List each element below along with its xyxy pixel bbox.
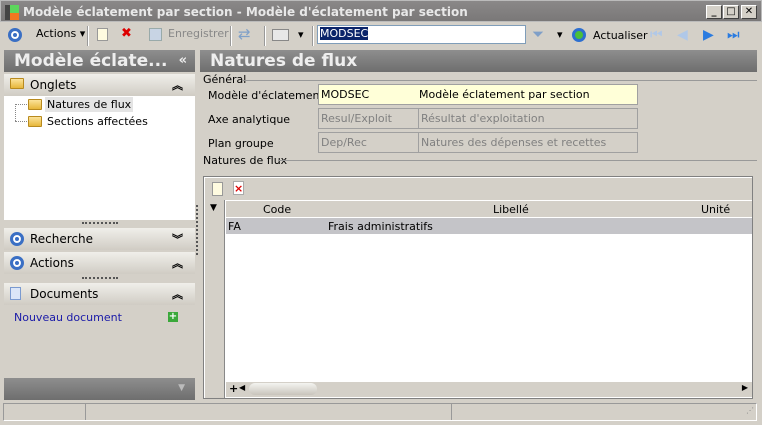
natures-grid: × ▼ Code Libellé Unité FA Frais administ… bbox=[203, 176, 753, 399]
column-header-libelle[interactable]: Libellé bbox=[493, 203, 529, 216]
circle-icon bbox=[10, 232, 24, 246]
actions-menu-button[interactable]: Actions ▾ bbox=[36, 27, 85, 40]
next-record-icon[interactable]: ▶ bbox=[703, 27, 714, 43]
search-value: MODSEC bbox=[320, 27, 369, 40]
section-actions[interactable]: Actions ︽ bbox=[4, 252, 195, 274]
actions-label: Actions bbox=[36, 27, 77, 40]
chevron-down-icon[interactable]: ▼ bbox=[178, 383, 185, 393]
add-row-icon[interactable] bbox=[212, 182, 223, 196]
axe-analytique-code-field: Resul/Exploit bbox=[318, 108, 419, 129]
cell-code: FA bbox=[228, 220, 241, 233]
chevron-up-icon[interactable]: ︽ bbox=[172, 286, 183, 302]
grid-legend: Natures de flux bbox=[203, 154, 288, 167]
page-title: Natures de flux bbox=[200, 50, 757, 72]
cell-libelle: Frais administratifs bbox=[328, 220, 433, 233]
print-dropdown-icon[interactable]: ▾ bbox=[298, 28, 304, 41]
add-button[interactable]: + bbox=[229, 382, 238, 395]
vertical-splitter[interactable] bbox=[196, 205, 198, 255]
field-code: MODSEC bbox=[321, 88, 370, 101]
last-record-icon[interactable]: ⏭ bbox=[727, 27, 740, 43]
splitter-handle[interactable] bbox=[82, 277, 118, 280]
refresh-button[interactable]: Actualiser bbox=[593, 29, 648, 42]
section-label: Recherche bbox=[30, 232, 94, 246]
close-button[interactable]: ✕ bbox=[741, 5, 757, 19]
section-recherche[interactable]: Recherche ︾ bbox=[4, 228, 195, 250]
print-icon[interactable] bbox=[272, 29, 289, 41]
tabs-tree: Natures de flux Sections affectées bbox=[4, 96, 195, 220]
filter-icon[interactable]: ⏷ bbox=[532, 25, 544, 43]
section-label: Actions bbox=[30, 256, 74, 270]
search-input[interactable]: MODSEC bbox=[317, 25, 526, 44]
new-document-link[interactable]: Nouveau document bbox=[14, 311, 122, 324]
status-bar: ⋰ bbox=[3, 403, 757, 421]
section-label: Onglets bbox=[30, 78, 77, 92]
row-indicator-column: ▼ bbox=[205, 200, 225, 398]
menu-circle-icon[interactable] bbox=[8, 28, 22, 42]
chevron-up-icon[interactable]: ︽ bbox=[172, 255, 183, 271]
section-documents[interactable]: Documents ︽ bbox=[4, 283, 195, 305]
general-legend: Général bbox=[203, 73, 247, 86]
previous-record-icon[interactable]: ◀ bbox=[677, 27, 688, 43]
chevron-down-icon[interactable]: ︾ bbox=[172, 231, 183, 247]
save-icon bbox=[149, 28, 162, 41]
field-label: Axe analytique bbox=[208, 113, 291, 126]
filter-dropdown-icon[interactable]: ▾ bbox=[557, 28, 563, 41]
app-logo-icon bbox=[5, 5, 19, 20]
splitter-handle[interactable] bbox=[82, 222, 118, 225]
new-icon[interactable] bbox=[97, 28, 108, 41]
grid-header-row: Code Libellé Unité bbox=[226, 200, 752, 217]
tree-item-sections-affectees[interactable]: Sections affectées bbox=[45, 114, 150, 129]
add-document-icon[interactable]: + bbox=[168, 312, 178, 322]
chevron-up-icon[interactable]: ︽ bbox=[172, 77, 183, 93]
left-panel-title: Modèle éclate... bbox=[14, 51, 168, 71]
left-panel-header: Modèle éclate... « bbox=[4, 50, 195, 72]
plan-groupe-desc-field: Natures des dépenses et recettes bbox=[418, 132, 638, 153]
axe-analytique-desc-field: Résultat d'exploitation bbox=[418, 108, 638, 129]
column-header-unite[interactable]: Unité bbox=[701, 203, 730, 216]
open-folder-icon bbox=[28, 99, 42, 110]
tree-item-natures-de-flux[interactable]: Natures de flux bbox=[45, 97, 134, 112]
sync-icon[interactable]: ⇄ bbox=[238, 25, 251, 43]
grid-toolbar: × bbox=[205, 178, 752, 200]
first-record-icon[interactable]: ⏮ bbox=[650, 27, 663, 43]
folder-icon bbox=[28, 116, 42, 127]
modele-eclatement-field[interactable]: MODSEC Modèle éclatement par section bbox=[318, 84, 638, 105]
column-header-code[interactable]: Code bbox=[263, 203, 291, 216]
window-title: Modèle éclatement par section - Modèle d… bbox=[23, 5, 468, 19]
dropdown-arrow-icon: ▾ bbox=[79, 27, 86, 40]
left-panel-footer: ▼ bbox=[4, 378, 195, 400]
title-bar: Modèle éclatement par section - Modèle d… bbox=[0, 0, 762, 22]
section-label: Documents bbox=[30, 287, 99, 301]
delete-row-icon[interactable]: × bbox=[233, 181, 244, 195]
field-label: Modèle d'éclatement bbox=[208, 89, 324, 102]
horizontal-scrollbar[interactable]: + ◀ ▶ bbox=[226, 382, 752, 397]
circle-icon bbox=[10, 256, 24, 270]
field-label: Plan groupe bbox=[208, 137, 274, 150]
resize-grip-icon[interactable]: ⋰ bbox=[746, 406, 754, 415]
column-chooser-icon[interactable]: ▼ bbox=[210, 203, 217, 213]
scroll-left-icon[interactable]: ◀ bbox=[239, 383, 245, 392]
delete-icon[interactable]: ✖ bbox=[121, 26, 132, 41]
minimize-button[interactable]: _ bbox=[706, 5, 722, 19]
save-button[interactable]: Enregistrer bbox=[168, 27, 229, 40]
collapse-panel-button[interactable]: « bbox=[179, 53, 187, 68]
maximize-button[interactable]: □ bbox=[723, 5, 739, 19]
field-desc: Modèle éclatement par section bbox=[419, 88, 590, 101]
document-icon bbox=[10, 287, 21, 300]
section-onglets[interactable]: Onglets ︽ bbox=[4, 74, 195, 96]
table-row[interactable]: FA Frais administratifs bbox=[226, 218, 752, 234]
plan-groupe-code-field: Dep/Rec bbox=[318, 132, 419, 153]
refresh-icon[interactable] bbox=[572, 28, 586, 42]
folder-icon bbox=[10, 78, 24, 89]
scrollbar-thumb[interactable] bbox=[249, 383, 317, 395]
scroll-right-icon[interactable]: ▶ bbox=[742, 383, 748, 392]
